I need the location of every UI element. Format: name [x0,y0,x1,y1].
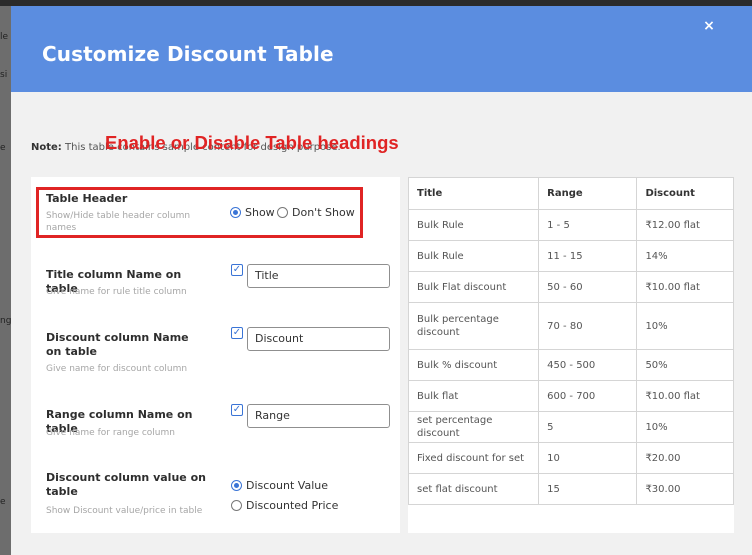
modal-title: Customize Discount Table [42,42,334,66]
background-text: e [0,143,6,153]
preview-table: Title Range Discount Bulk Rule 1 - 5 ₹12.0… [407,177,734,505]
cell-discount: 14% [636,240,734,272]
table-header-discount: Discount [636,177,734,210]
table-row: set flat discount 15 ₹30.00 [407,473,734,505]
discount-table-preview: Title Range Discount Bulk Rule 1 - 5 ₹12.0… [407,177,734,533]
background-text: e [0,497,6,507]
discounted-price-radio[interactable] [231,500,242,511]
discount-value-label[interactable]: Discount Value [246,479,328,492]
cell-range: 450 - 500 [538,349,638,381]
discount-value-radio[interactable] [231,480,242,491]
cell-discount: ₹10.00 flat [636,380,734,412]
table-row: Bulk Rule 11 - 15 14% [407,240,734,272]
range-column-input[interactable]: Range [247,404,390,428]
cell-range: 15 [538,473,638,505]
table-row: Bulk % discount 450 - 500 50% [407,349,734,381]
cell-range: 600 - 700 [538,380,638,412]
cell-discount: 10% [636,411,734,443]
cell-discount: ₹30.00 [636,473,734,505]
discounted-price-label[interactable]: Discounted Price [246,499,338,512]
cell-title: set flat discount [407,473,540,505]
setting-description: Show Discount value/price in table [46,506,203,516]
background-page [0,6,11,555]
background-text: si [0,70,8,80]
setting-description: Give name for range column [46,428,175,438]
table-header-title: Title [407,177,540,210]
cell-title: Bulk percentage discount [407,302,540,350]
cell-title: Bulk Rule [407,240,540,272]
table-row: Bulk flat 600 - 700 ₹10.00 flat [407,380,734,412]
cell-title: set percentage discount [407,411,540,443]
cell-range: 10 [538,442,638,474]
table-row: Fixed discount for set 10 ₹20.00 [407,442,734,474]
range-column-checkbox[interactable]: ✓ [231,404,243,416]
table-row: Bulk Flat discount 50 - 60 ₹10.00 flat [407,271,734,303]
modal-header: Customize Discount Table × [11,6,752,92]
table-header-range: Range [538,177,638,210]
setting-title: Discount column Name on table [46,331,189,358]
table-row: Bulk Rule 1 - 5 ₹12.00 flat [407,209,734,241]
annotation-highlight-box [36,187,363,238]
setting-description: Give name for rule title column [46,287,187,297]
cell-discount: 10% [636,302,734,350]
close-button[interactable]: × [702,19,716,33]
cell-range: 50 - 60 [538,271,638,303]
note-label: Note: [31,142,62,153]
cell-discount: ₹10.00 flat [636,271,734,303]
customize-discount-table-modal: Customize Discount Table × Note: This ta… [11,6,752,555]
discount-column-checkbox[interactable]: ✓ [231,327,243,339]
annotation-callout: Enable or Disable Table headings [105,132,399,153]
cell-title: Bulk Rule [407,209,540,241]
cell-title: Bulk Flat discount [407,271,540,303]
background-text: ng [0,316,11,326]
setting-title: Discount column value on table [46,471,206,498]
title-column-input[interactable]: Title [247,264,390,288]
cell-range: 5 [538,411,638,443]
cell-title: Bulk % discount [407,349,540,381]
cell-title: Bulk flat [407,380,540,412]
cell-range: 1 - 5 [538,209,638,241]
cell-title: Fixed discount for set [407,442,540,474]
discount-column-input[interactable]: Discount [247,327,390,351]
cell-range: 11 - 15 [538,240,638,272]
setting-description: Give name for discount column [46,364,188,374]
table-header-row: Title Range Discount [407,177,734,210]
title-column-checkbox[interactable]: ✓ [231,264,243,276]
background-text: le [0,32,9,42]
table-row: Bulk percentage discount 70 - 80 10% [407,302,734,350]
cell-discount: ₹12.00 flat [636,209,734,241]
cell-discount: ₹20.00 [636,442,734,474]
table-row: set percentage discount 5 10% [407,411,734,443]
cell-range: 70 - 80 [538,302,638,350]
cell-discount: 50% [636,349,734,381]
